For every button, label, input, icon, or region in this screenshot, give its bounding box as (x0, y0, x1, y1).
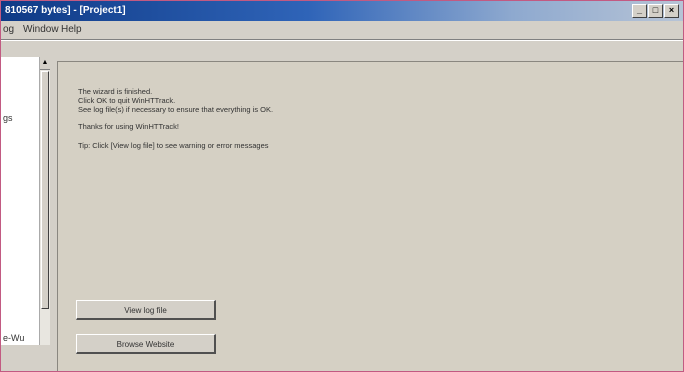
menu-separator (1, 39, 683, 41)
view-log-button[interactable]: View log file (76, 300, 216, 320)
app-window: 810567 bytes] - [Project1] _ □ × og Wind… (0, 0, 684, 372)
window-title: 810567 bytes] - [Project1] (5, 5, 126, 16)
wizard-finish-panel: The wizard is finished. Click OK to quit… (57, 61, 683, 371)
window-controls: _ □ × (632, 4, 679, 18)
minimize-button[interactable]: _ (632, 4, 647, 18)
finish-message: The wizard is finished. (78, 87, 153, 96)
menu-window[interactable]: Window (23, 24, 59, 35)
menu-log[interactable]: og (3, 24, 14, 35)
scroll-thumb[interactable] (41, 71, 49, 309)
tip-message: Tip: Click [View log file] to see warnin… (78, 141, 269, 150)
scroll-up-arrow-icon[interactable]: ▲ (40, 57, 50, 70)
browse-website-button[interactable]: Browse Website (76, 334, 216, 354)
close-button[interactable]: × (664, 4, 679, 18)
left-pane-item[interactable]: e-Wu (3, 333, 24, 343)
quit-instruction: Click OK to quit WinHTTrack. (78, 96, 176, 105)
maximize-button[interactable]: □ (648, 4, 663, 18)
title-bar: 810567 bytes] - [Project1] _ □ × (1, 1, 683, 21)
left-tree-pane[interactable]: gs e-Wu (1, 57, 40, 345)
thanks-message: Thanks for using WinHTTrack! (78, 122, 179, 131)
menu-bar: og Window Help (1, 21, 683, 39)
vertical-scrollbar[interactable]: ▲ (39, 57, 50, 345)
menu-help[interactable]: Help (61, 24, 82, 35)
left-pane-item[interactable]: gs (3, 113, 13, 123)
log-advice: See log file(s) if necessary to ensure t… (78, 105, 274, 114)
